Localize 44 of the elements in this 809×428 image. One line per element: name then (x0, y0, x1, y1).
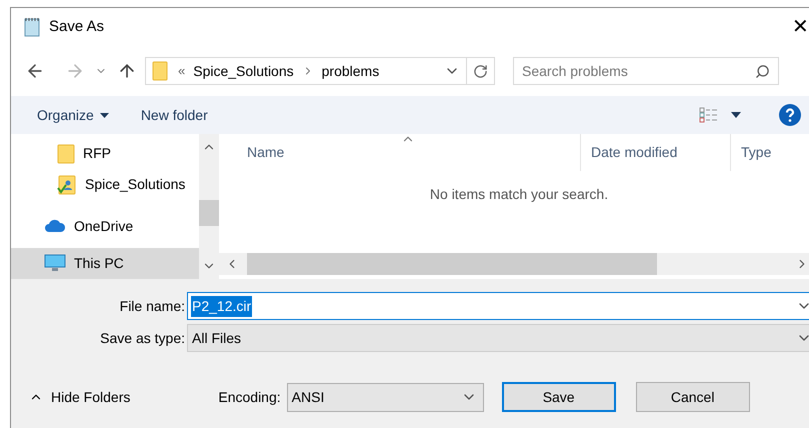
hide-folders-button[interactable]: Hide Folders (29, 386, 130, 408)
save-type-dropdown[interactable]: All Files (187, 324, 809, 352)
breadcrumb-item[interactable]: problems (322, 60, 380, 82)
search-input[interactable]: Search problems (522, 60, 755, 82)
encoding-label: Encoding: (218, 388, 281, 407)
organize-button[interactable]: Organize (37, 104, 109, 126)
cloud-icon (44, 219, 66, 234)
scroll-thumb[interactable] (247, 253, 657, 275)
notepad-icon (23, 17, 41, 37)
file-name-value: P2_12.cir (191, 296, 252, 316)
window-title: Save As (49, 16, 104, 37)
overflow-chevron[interactable]: « (178, 61, 186, 81)
file-name-field[interactable]: P2_12.cir (187, 292, 809, 320)
sidebar-item[interactable]: OneDrive (11, 210, 199, 242)
file-name-label: File name: (118, 296, 185, 316)
scroll-thumb[interactable] (199, 200, 219, 226)
sidebar-item[interactable]: Spice_Solutions (11, 169, 199, 200)
view-options-icon[interactable] (699, 107, 719, 123)
column-header[interactable]: Name (219, 134, 581, 171)
address-bar[interactable]: « Spice_Solutions problems (145, 57, 495, 85)
close-button[interactable]: ✕ (792, 17, 809, 37)
column-header[interactable]: Type (731, 134, 772, 171)
caret-icon (100, 112, 109, 118)
sidebar-item[interactable]: RFP (11, 138, 199, 170)
shared-folder-icon (57, 174, 77, 195)
refresh-icon[interactable] (473, 64, 488, 78)
help-icon[interactable] (779, 104, 801, 126)
folder-icon (152, 61, 168, 81)
caret-icon[interactable] (731, 112, 741, 118)
horizontal-scrollbar[interactable] (219, 253, 809, 275)
search-icon (755, 64, 770, 78)
save-type-label: Save as type: (99, 328, 185, 348)
scrollbar[interactable] (199, 134, 219, 279)
sidebar-item[interactable]: This PC (11, 248, 199, 279)
new-folder-button[interactable]: New folder (140, 104, 208, 126)
encoding-dropdown[interactable]: ANSI (286, 382, 484, 412)
save-button[interactable]: Save (502, 382, 616, 412)
search-field[interactable]: Search problems (513, 57, 779, 85)
breadcrumb-item[interactable]: Spice_Solutions (193, 60, 294, 82)
empty-message: No items match your search. (430, 185, 608, 204)
cancel-button[interactable]: Cancel (636, 382, 750, 412)
computer-icon (44, 254, 66, 272)
column-header[interactable]: Date modified (581, 134, 731, 171)
folder-icon (57, 144, 75, 164)
